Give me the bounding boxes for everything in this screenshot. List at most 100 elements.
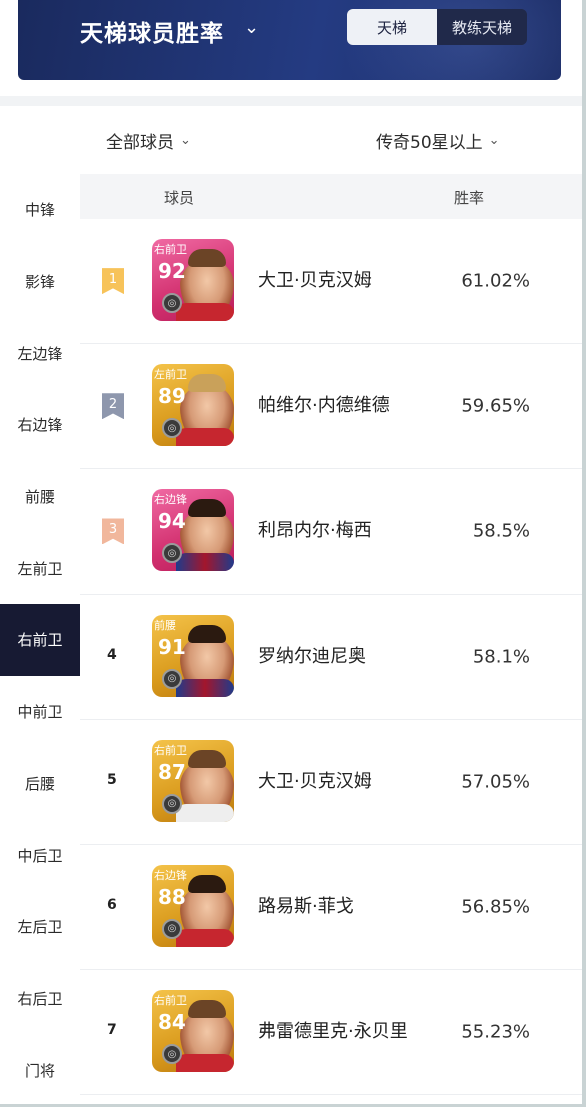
chevron-down-icon[interactable]: ⌄ [244, 17, 259, 38]
player-shirt [176, 303, 234, 321]
player-hair [188, 749, 226, 768]
win-rate-value: 55.23% [461, 1021, 530, 1043]
sidebar-item-gk[interactable]: 门将 [0, 1034, 80, 1106]
player-name: 利昂内尔·梅西 [258, 520, 372, 542]
sidebar-item-amf[interactable]: 前腰 [0, 461, 80, 533]
player-name: 帕维尔·内德维德 [258, 395, 390, 417]
tab-coach-ladder[interactable]: 教练天梯 [437, 9, 527, 45]
chevron-down-icon: ⌄ [180, 133, 191, 148]
player-hair [188, 249, 226, 267]
player-shirt [176, 678, 234, 697]
player-hair [188, 499, 226, 518]
sidebar-item-rb[interactable]: 右后卫 [0, 963, 80, 1035]
player-card[interactable]: 右前卫 92 ◎ [152, 239, 234, 321]
tier-filter-dropdown[interactable]: 传奇50星以上 ⌄ [376, 128, 500, 153]
sidebar-item-dmf[interactable]: 后腰 [0, 748, 80, 820]
card-position: 前腰 [154, 618, 176, 632]
page-title[interactable]: 天梯球员胜率 [80, 14, 224, 48]
player-hair [188, 874, 226, 893]
card-rating: 91 [158, 634, 186, 659]
card-position: 右边锋 [154, 868, 187, 882]
player-shirt [176, 928, 234, 947]
table-row[interactable]: 7 右前卫 84 ◎ 弗雷德里克·永贝里 55.23% [80, 970, 582, 1096]
ranking-table: 球员 胜率 1 右前卫 92 ◎ 大卫·贝克汉姆 61.02% 2 左前卫 89… [80, 174, 582, 1096]
player-card[interactable]: 右边锋 94 ◎ [152, 489, 234, 572]
player-name: 路易斯·菲戈 [258, 896, 354, 918]
win-rate-value: 58.1% [472, 646, 530, 668]
legend-emblem-icon: ◎ [162, 293, 182, 313]
table-row[interactable]: 4 前腰 91 ◎ 罗纳尔迪尼奥 58.1% [80, 595, 582, 720]
sidebar-item-cf[interactable]: 中锋 [0, 174, 80, 246]
card-position: 左前卫 [154, 368, 187, 382]
rank-number: 5 [107, 771, 117, 788]
header-banner: 天梯球员胜率 ⌄ 天梯 教练天梯 [18, 0, 561, 80]
legend-emblem-icon: ◎ [162, 918, 182, 939]
sidebar-item-rwf[interactable]: 右边锋 [0, 389, 80, 461]
card-rating: 87 [158, 759, 186, 784]
rank-number: 4 [107, 646, 117, 663]
sidebar-item-rmf[interactable]: 右前卫 [0, 604, 80, 676]
chevron-down-icon: ⌄ [488, 133, 500, 148]
sidebar-item-lb[interactable]: 左后卫 [0, 891, 80, 963]
position-sidebar: 中锋 影锋 左边锋 右边锋 前腰 左前卫 右前卫 中前卫 后腰 中后卫 左后卫 … [0, 174, 80, 1106]
page-frame: 天梯球员胜率 ⌄ 天梯 教练天梯 全部球员 ⌄ 传奇50星以上 ⌄ 中锋 影锋 … [0, 0, 582, 1104]
player-hair [188, 374, 226, 393]
column-header-win-rate: 胜率 [454, 189, 485, 207]
card-rating: 84 [158, 1010, 186, 1035]
sidebar-item-ss[interactable]: 影锋 [0, 246, 80, 318]
rank-badge: 1 [102, 268, 124, 295]
win-rate-value: 59.65% [461, 395, 530, 417]
card-position: 右边锋 [154, 493, 187, 507]
player-name: 弗雷德里克·永贝里 [258, 1021, 408, 1043]
sidebar-item-lmf[interactable]: 左前卫 [0, 532, 80, 604]
tier-filter-label: 传奇50星以上 [376, 133, 483, 153]
player-card[interactable]: 右边锋 88 ◎ [152, 864, 234, 947]
player-shirt [176, 553, 234, 572]
table-row[interactable]: 2 左前卫 89 ◎ 帕维尔·内德维德 59.65% [80, 344, 582, 470]
section-divider [0, 96, 582, 106]
tab-ladder[interactable]: 天梯 [347, 9, 437, 45]
legend-emblem-icon: ◎ [162, 1044, 182, 1065]
table-row[interactable]: 1 右前卫 92 ◎ 大卫·贝克汉姆 61.02% [80, 219, 582, 345]
rank-number: 6 [107, 897, 117, 914]
player-filter-dropdown[interactable]: 全部球员 ⌄ [106, 128, 191, 153]
win-rate-value: 58.5% [472, 520, 530, 542]
player-name: 罗纳尔迪尼奥 [258, 645, 366, 667]
legend-emblem-icon: ◎ [162, 793, 182, 814]
player-name: 大卫·贝克汉姆 [258, 270, 372, 292]
player-card[interactable]: 前腰 91 ◎ [152, 614, 234, 697]
player-hair [188, 1000, 226, 1019]
player-shirt [176, 1054, 234, 1073]
sidebar-item-cmf[interactable]: 中前卫 [0, 676, 80, 748]
card-rating: 94 [158, 509, 186, 534]
win-rate-value: 56.85% [461, 896, 530, 918]
rank-badge: 3 [102, 518, 124, 545]
rank-number: 7 [107, 1022, 117, 1039]
card-position: 右前卫 [154, 743, 187, 757]
table-row[interactable]: 6 右边锋 88 ◎ 路易斯·菲戈 56.85% [80, 845, 582, 971]
player-card[interactable]: 右前卫 84 ◎ [152, 990, 234, 1073]
table-header: 球员 胜率 [80, 174, 582, 219]
player-shirt [176, 428, 234, 447]
column-header-player: 球员 [164, 189, 195, 207]
win-rate-value: 61.02% [461, 270, 530, 292]
sidebar-item-cb[interactable]: 中后卫 [0, 819, 80, 891]
card-position: 右前卫 [154, 243, 187, 256]
player-name: 大卫·贝克汉姆 [258, 770, 372, 792]
table-row[interactable]: 5 右前卫 87 ◎ 大卫·贝克汉姆 57.05% [80, 720, 582, 845]
rank-badge: 2 [102, 393, 124, 420]
player-shirt [176, 803, 234, 822]
table-row[interactable]: 3 右边锋 94 ◎ 利昂内尔·梅西 58.5% [80, 469, 582, 595]
win-rate-value: 57.05% [461, 771, 530, 793]
player-card[interactable]: 左前卫 89 ◎ [152, 364, 234, 447]
sidebar-item-lwf[interactable]: 左边锋 [0, 317, 80, 389]
player-hair [188, 624, 226, 643]
card-rating: 88 [158, 884, 186, 909]
legend-emblem-icon: ◎ [162, 668, 182, 689]
player-filter-label: 全部球员 [106, 133, 174, 153]
card-rating: 89 [158, 384, 186, 409]
mode-switch: 天梯 教练天梯 [347, 9, 527, 45]
card-position: 右前卫 [154, 994, 187, 1008]
player-card[interactable]: 右前卫 87 ◎ [152, 739, 234, 822]
card-rating: 92 [158, 259, 186, 283]
